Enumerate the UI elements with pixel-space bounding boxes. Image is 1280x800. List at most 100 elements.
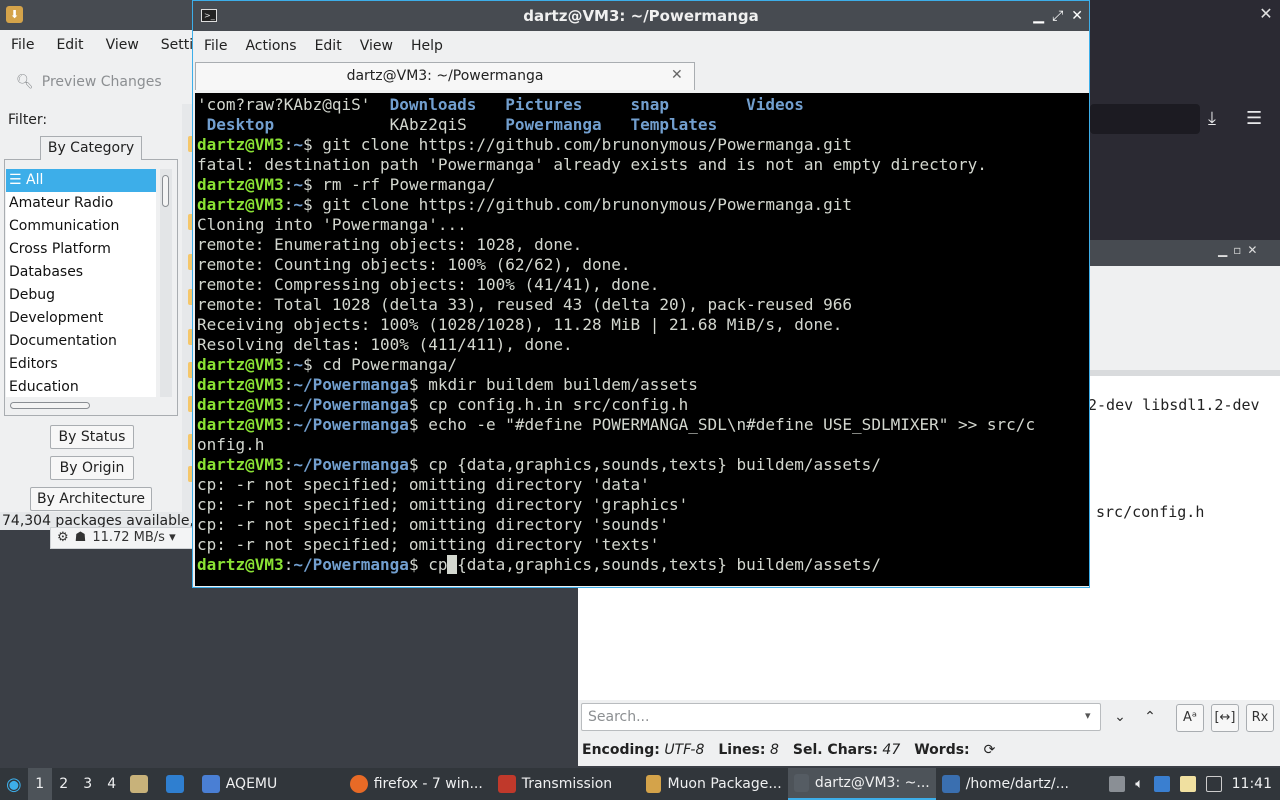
taskbar-app-aqemu[interactable]: AQEMU (196, 768, 344, 800)
taskbar-app-featherpad[interactable]: /home/dartz/... (936, 768, 1084, 800)
featherpad-window-controls[interactable]: ▁▫✕ (1218, 243, 1263, 257)
taskbar-app-label: Muon Package... (667, 776, 782, 792)
category-item[interactable]: Debug (6, 284, 156, 307)
turtle-icon[interactable]: ☗ (75, 529, 87, 547)
magnifier-icon: 🔍︎ (16, 74, 34, 90)
clock[interactable]: 11:41 (1232, 776, 1272, 792)
terminal-output[interactable]: 'com?raw?KAbz@qiS' Downloads Pictures sn… (195, 93, 1089, 586)
speed-readout[interactable]: 11.72 MB/s ▾ (92, 529, 175, 547)
muon-menu-edit[interactable]: Edit (45, 37, 94, 53)
update-notifier-icon[interactable] (1153, 776, 1170, 792)
workspace-1[interactable]: 1 (27, 768, 52, 800)
category-item[interactable]: Cross Platform (6, 238, 156, 261)
taskbar-app-label: Transmission (521, 776, 613, 792)
match-case-button[interactable]: Aᵃ (1176, 704, 1204, 732)
terminal-titlebar[interactable]: >_ dartz@VM3: ~/Powermanga ▁ ⤢ ✕ (193, 1, 1089, 31)
category-item[interactable]: Education (6, 376, 156, 397)
whole-word-button[interactable]: [↔] (1211, 704, 1239, 732)
menu-actions[interactable]: Actions (236, 38, 305, 54)
chevron-down-icon[interactable]: ▾ (1085, 709, 1091, 722)
terminal-text: dartz@VM3 (197, 135, 284, 154)
terminal-text: $ echo -e "#define POWERMANGA_SDL\n#defi… (408, 415, 1036, 434)
filter-label: Filter: (8, 112, 48, 128)
by-architecture-button[interactable]: By Architecture (30, 487, 152, 511)
network-icon[interactable] (1205, 776, 1222, 792)
muon-icon (645, 775, 662, 793)
menu-help[interactable]: Help (402, 38, 452, 54)
maximize-icon[interactable]: ⤢ (1052, 8, 1063, 24)
terminal-text: ~/Powermanga (293, 555, 409, 574)
muon-menu-view[interactable]: View (95, 37, 150, 53)
selchars-label: Sel. Chars: (792, 742, 878, 758)
firefox-close-icon[interactable]: ✕ (1256, 4, 1276, 24)
muon-menu-file[interactable]: File (0, 37, 45, 53)
start-menu-button[interactable]: ◉ (0, 768, 28, 800)
category-item[interactable]: Databases (6, 261, 156, 284)
muon-titlebar: ⬇ (0, 0, 196, 30)
download-icon[interactable]: ⤓ (1208, 108, 1216, 129)
minimize-icon[interactable]: ▁ (1033, 8, 1044, 24)
workspace-4[interactable]: 4 (100, 768, 124, 800)
terminal-line: dartz@VM3:~$ git clone https://github.co… (197, 135, 1089, 155)
terminal-text: : (283, 395, 294, 414)
taskbar-app-firefox[interactable]: firefox - 7 win... (344, 768, 492, 800)
show-desktop-launcher[interactable] (160, 768, 196, 800)
menu-file[interactable]: File (195, 38, 236, 54)
hamburger-menu-icon[interactable]: ☰ (1246, 108, 1262, 129)
terminal-line: 'com?raw?KAbz@qiS' Downloads Pictures sn… (197, 95, 1089, 115)
lines-label: Lines: (718, 742, 766, 758)
menu-edit[interactable]: Edit (306, 38, 351, 54)
category-item[interactable]: Editors (6, 353, 156, 376)
regex-button[interactable]: Rx (1246, 704, 1274, 732)
category-item-all[interactable]: ☰ All (6, 169, 156, 192)
terminal-text: : (283, 135, 294, 154)
by-origin-button[interactable]: By Origin (50, 456, 134, 480)
volume-icon[interactable]: 🔈︎ (1135, 776, 1143, 792)
category-vertical-scrollbar[interactable] (160, 169, 172, 397)
menu-view[interactable]: View (351, 38, 402, 54)
terminal-text: $ cp config.h.in src/config.h (408, 395, 689, 414)
category-item[interactable]: Documentation (6, 330, 156, 353)
tab-by-category[interactable]: By Category (40, 136, 142, 160)
preview-changes-button[interactable]: 🔍︎ Preview Changes (16, 70, 162, 94)
category-item[interactable]: Communication (6, 215, 156, 238)
terminal-window: >_ dartz@VM3: ~/Powermanga ▁ ⤢ ✕ File Ac… (192, 0, 1090, 588)
close-icon[interactable]: ✕ (1071, 8, 1083, 24)
find-next-button[interactable]: ⌄ (1109, 706, 1131, 728)
lines-status: Lines: 8 (718, 742, 779, 758)
workspace-3[interactable]: 3 (76, 768, 100, 800)
scrollbar-thumb[interactable] (162, 175, 169, 207)
terminal-line: onfig.h (197, 435, 1089, 455)
terminal-text: $ git clone https://github.com/brunonymo… (302, 195, 853, 214)
gear-icon[interactable]: ⚙ (57, 529, 69, 547)
clipboard-icon[interactable] (1179, 776, 1196, 792)
search-input[interactable]: Search... (581, 703, 1101, 731)
refresh-icon[interactable]: ⟳ (984, 742, 996, 758)
terminal-icon (793, 774, 809, 792)
find-previous-button[interactable]: ⌃ (1139, 706, 1161, 728)
category-horizontal-scrollbar[interactable] (10, 402, 90, 409)
terminal-text: $ cp {data,graphics,sounds,texts} builde… (408, 455, 881, 474)
lines-value: 8 (769, 742, 779, 758)
terminal-text: ~/Powermanga (293, 375, 409, 394)
terminal-text: {data,graphics,sounds,texts} buildem/ass… (457, 555, 881, 574)
terminal-line: remote: Counting objects: 100% (62/62), … (197, 255, 1089, 275)
file-manager-launcher[interactable] (124, 768, 160, 800)
workspace-2[interactable]: 2 (52, 768, 76, 800)
terminal-line: cp: -r not specified; omitting directory… (197, 535, 1089, 555)
taskbar-app-terminal[interactable]: dartz@VM3: ~... (787, 768, 936, 800)
by-status-button[interactable]: By Status (50, 425, 134, 449)
terminal-text: $ cd Powermanga/ (302, 355, 458, 374)
firefox-url-bar[interactable] (1090, 104, 1200, 134)
taskbar-app-label: dartz@VM3: ~... (814, 775, 930, 791)
taskbar-app-transmission[interactable]: Transmission (492, 768, 640, 800)
terminal-text: : (283, 195, 294, 214)
terminal-line: cp: -r not specified; omitting directory… (197, 475, 1089, 495)
terminal-tab[interactable]: dartz@VM3: ~/Powermanga (195, 62, 695, 90)
category-item[interactable]: Development (6, 307, 156, 330)
eject-icon[interactable] (1109, 776, 1126, 792)
taskbar-app-muon[interactable]: Muon Package... (640, 768, 788, 800)
tab-close-icon[interactable]: ✕ (671, 67, 683, 83)
category-item[interactable]: Amateur Radio (6, 192, 156, 215)
